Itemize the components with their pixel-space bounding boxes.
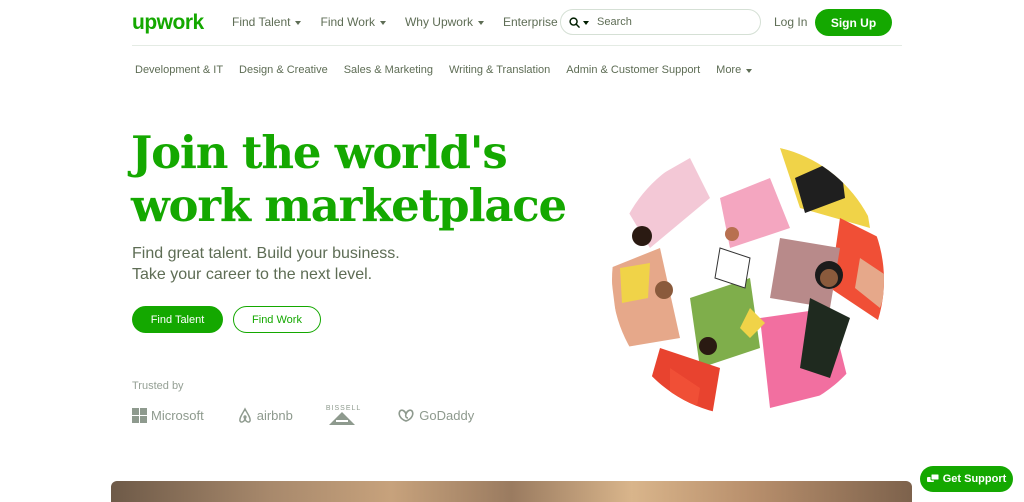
microsoft-logo: Microsoft [132,407,204,423]
nav-why-upwork[interactable]: Why Upwork [405,15,484,29]
nav-find-work-label: Find Work [320,15,375,29]
nav-find-work[interactable]: Find Work [320,15,386,29]
trusted-by-label: Trusted by [132,380,184,392]
microsoft-logo-text: Microsoft [151,407,204,423]
bissell-logo-text: BISSELL [325,404,362,412]
category-bar: Development & IT Design & Creative Sales… [135,64,768,76]
nav-enterprise[interactable]: Enterprise [503,15,558,29]
nav-find-talent-label: Find Talent [232,15,291,29]
airbnb-icon [238,406,251,423]
nav-why-upwork-label: Why Upwork [404,15,473,29]
find-talent-button[interactable]: Find Talent [132,306,223,333]
search-icon [569,16,580,28]
chevron-down-icon [746,68,753,73]
main-nav-links: Find Talent Find Work Why Upwork Enterpr… [232,15,577,29]
chevron-down-icon [295,20,302,25]
get-support-button[interactable]: Get Support [920,466,1013,492]
nav-divider [132,45,902,46]
search-box[interactable] [560,9,761,35]
nav-enterprise-label: Enterprise [502,15,558,29]
trusted-logos: Microsoft airbnb BISSELL GoDaddy [132,402,507,428]
hero-subtitle: Find great talent. Build your business. … [132,243,432,285]
hero-title: Join the world's work marketplace [131,126,581,232]
nav-find-talent[interactable]: Find Talent [232,15,302,29]
get-support-label: Get Support [942,473,1007,485]
hero-subtitle-line1: Find great talent. Build your business. [132,245,400,262]
top-navigation: upwork Find Talent Find Work Why Upwork … [0,0,1024,46]
login-link[interactable]: Log In [774,15,807,29]
find-work-button[interactable]: Find Work [233,306,321,333]
chat-icon [926,473,939,482]
upwork-logo[interactable]: upwork [132,11,204,35]
chevron-down-icon [477,20,484,25]
category-writing-translation[interactable]: Writing & Translation [449,64,550,76]
category-sales-marketing[interactable]: Sales & Marketing [344,64,433,76]
category-admin-support[interactable]: Admin & Customer Support [566,64,700,76]
microsoft-icon [132,407,147,423]
godaddy-logo: GoDaddy [397,408,474,423]
category-design-creative[interactable]: Design & Creative [239,64,328,76]
godaddy-logo-text: GoDaddy [419,407,475,423]
hero-title-line2: work marketplace [131,179,567,232]
hero-photo-strip [111,481,912,502]
search-type-dropdown-icon[interactable] [583,20,589,25]
chevron-down-icon [379,20,386,25]
category-more-label: More [716,64,742,76]
bissell-logo: BISSELL [326,405,361,426]
bissell-icon [328,411,355,425]
category-more[interactable]: More [716,64,753,76]
godaddy-icon [398,408,414,422]
search-input[interactable] [597,16,737,28]
airbnb-logo-text: airbnb [256,407,293,423]
hero-illustration [612,144,884,416]
hero-title-line1: Join the world's [131,126,508,179]
hero-subtitle-line2: Take your career to the next level. [132,266,373,283]
airbnb-logo: airbnb [237,406,293,424]
category-development-it[interactable]: Development & IT [135,64,223,76]
signup-button[interactable]: Sign Up [815,9,892,36]
